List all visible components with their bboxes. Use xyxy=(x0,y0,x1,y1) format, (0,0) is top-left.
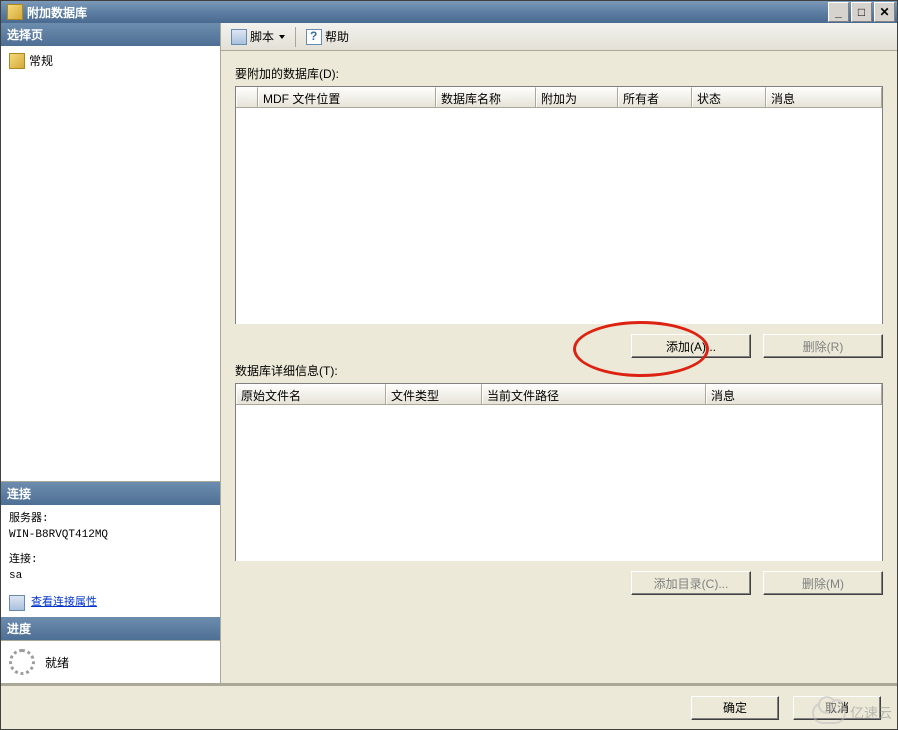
script-label: 脚本 xyxy=(250,28,274,45)
progress-spinner-icon xyxy=(9,649,35,675)
cloud-icon xyxy=(812,702,846,724)
database-icon xyxy=(7,4,23,20)
col-file-type[interactable]: 文件类型 xyxy=(386,384,482,404)
col-details-message[interactable]: 消息 xyxy=(706,384,882,404)
titlebar: 附加数据库 _ □ ✕ xyxy=(1,1,897,23)
left-pane: 选择页 常规 连接 服务器: WIN-B8RVQT412MQ 连接: sa xyxy=(1,23,221,683)
connection-label: 连接: xyxy=(9,552,212,569)
script-icon xyxy=(231,29,247,45)
details-grid-header: 原始文件名 文件类型 当前文件路径 消息 xyxy=(236,384,882,405)
col-attach-as[interactable]: 附加为 xyxy=(536,87,618,107)
maximize-button[interactable]: □ xyxy=(851,2,872,22)
details-buttons: 添加目录(C)... 删除(M) xyxy=(235,571,883,595)
connection-header: 连接 xyxy=(1,482,220,505)
properties-icon xyxy=(9,595,25,611)
remove-button[interactable]: 删除(R) xyxy=(763,334,883,358)
page-icon xyxy=(9,53,25,69)
add-button[interactable]: 添加(A)... xyxy=(631,334,751,358)
main-area: 要附加的数据库(D): MDF 文件位置 数据库名称 附加为 所有者 状态 消息 xyxy=(221,51,897,683)
details-grid[interactable]: 原始文件名 文件类型 当前文件路径 消息 xyxy=(235,383,883,561)
minimize-button[interactable]: _ xyxy=(828,2,849,22)
add-directory-button[interactable]: 添加目录(C)... xyxy=(631,571,751,595)
toolbar-separator xyxy=(295,27,296,47)
attach-grid-body[interactable] xyxy=(236,108,882,324)
col-status[interactable]: 状态 xyxy=(692,87,766,107)
client-area: 选择页 常规 连接 服务器: WIN-B8RVQT412MQ 连接: sa xyxy=(1,23,897,729)
col-orig-filename[interactable]: 原始文件名 xyxy=(236,384,386,404)
view-connection-properties-link[interactable]: 查看连接属性 xyxy=(31,595,97,612)
sidebar-item-label: 常规 xyxy=(29,52,53,69)
progress-body: 就绪 xyxy=(1,640,220,683)
progress-section: 进度 就绪 xyxy=(1,617,220,683)
col-selector[interactable] xyxy=(236,87,258,107)
server-label: 服务器: xyxy=(9,511,212,528)
progress-status: 就绪 xyxy=(45,654,69,671)
details-label: 数据库详细信息(T): xyxy=(235,362,883,379)
window-buttons: _ □ ✕ xyxy=(826,2,895,22)
col-db-name[interactable]: 数据库名称 xyxy=(436,87,536,107)
connection-value: sa xyxy=(9,568,212,585)
watermark: 亿速云 xyxy=(812,702,892,724)
watermark-text: 亿速云 xyxy=(850,703,892,723)
close-button[interactable]: ✕ xyxy=(874,2,895,22)
help-label: 帮助 xyxy=(325,28,349,45)
details-grid-body[interactable] xyxy=(236,405,882,561)
help-button[interactable]: 帮助 xyxy=(302,26,353,47)
split-area: 选择页 常规 连接 服务器: WIN-B8RVQT412MQ 连接: sa xyxy=(1,23,897,685)
right-pane: 脚本 帮助 要附加的数据库(D): MDF 文件位置 xyxy=(221,23,897,683)
connection-body: 服务器: WIN-B8RVQT412MQ 连接: sa 查看连接属性 xyxy=(1,505,220,618)
attach-grid-header: MDF 文件位置 数据库名称 附加为 所有者 状态 消息 xyxy=(236,87,882,108)
dialog-footer: 确定 取消 xyxy=(1,685,897,729)
script-button[interactable]: 脚本 xyxy=(227,26,289,47)
remove-file-button[interactable]: 删除(M) xyxy=(763,571,883,595)
progress-header: 进度 xyxy=(1,617,220,640)
attach-grid[interactable]: MDF 文件位置 数据库名称 附加为 所有者 状态 消息 xyxy=(235,86,883,324)
page-list: 常规 xyxy=(1,46,220,481)
toolbar: 脚本 帮助 xyxy=(221,23,897,51)
select-page-header: 选择页 xyxy=(1,23,220,46)
chevron-down-icon xyxy=(279,35,285,39)
col-current-path[interactable]: 当前文件路径 xyxy=(482,384,706,404)
window-title: 附加数据库 xyxy=(27,4,826,21)
col-mdf-path[interactable]: MDF 文件位置 xyxy=(258,87,436,107)
window: 附加数据库 _ □ ✕ 选择页 常规 连接 服务器: xyxy=(0,0,898,730)
connection-section: 连接 服务器: WIN-B8RVQT412MQ 连接: sa 查看连接属性 xyxy=(1,481,220,618)
attach-db-label: 要附加的数据库(D): xyxy=(235,65,883,82)
ok-button[interactable]: 确定 xyxy=(691,696,779,720)
server-value: WIN-B8RVQT412MQ xyxy=(9,527,212,544)
help-icon xyxy=(306,29,322,45)
attach-buttons: 添加(A)... 删除(R) xyxy=(235,334,883,358)
col-message[interactable]: 消息 xyxy=(766,87,882,107)
sidebar-item-general[interactable]: 常规 xyxy=(5,50,216,71)
col-owner[interactable]: 所有者 xyxy=(618,87,692,107)
